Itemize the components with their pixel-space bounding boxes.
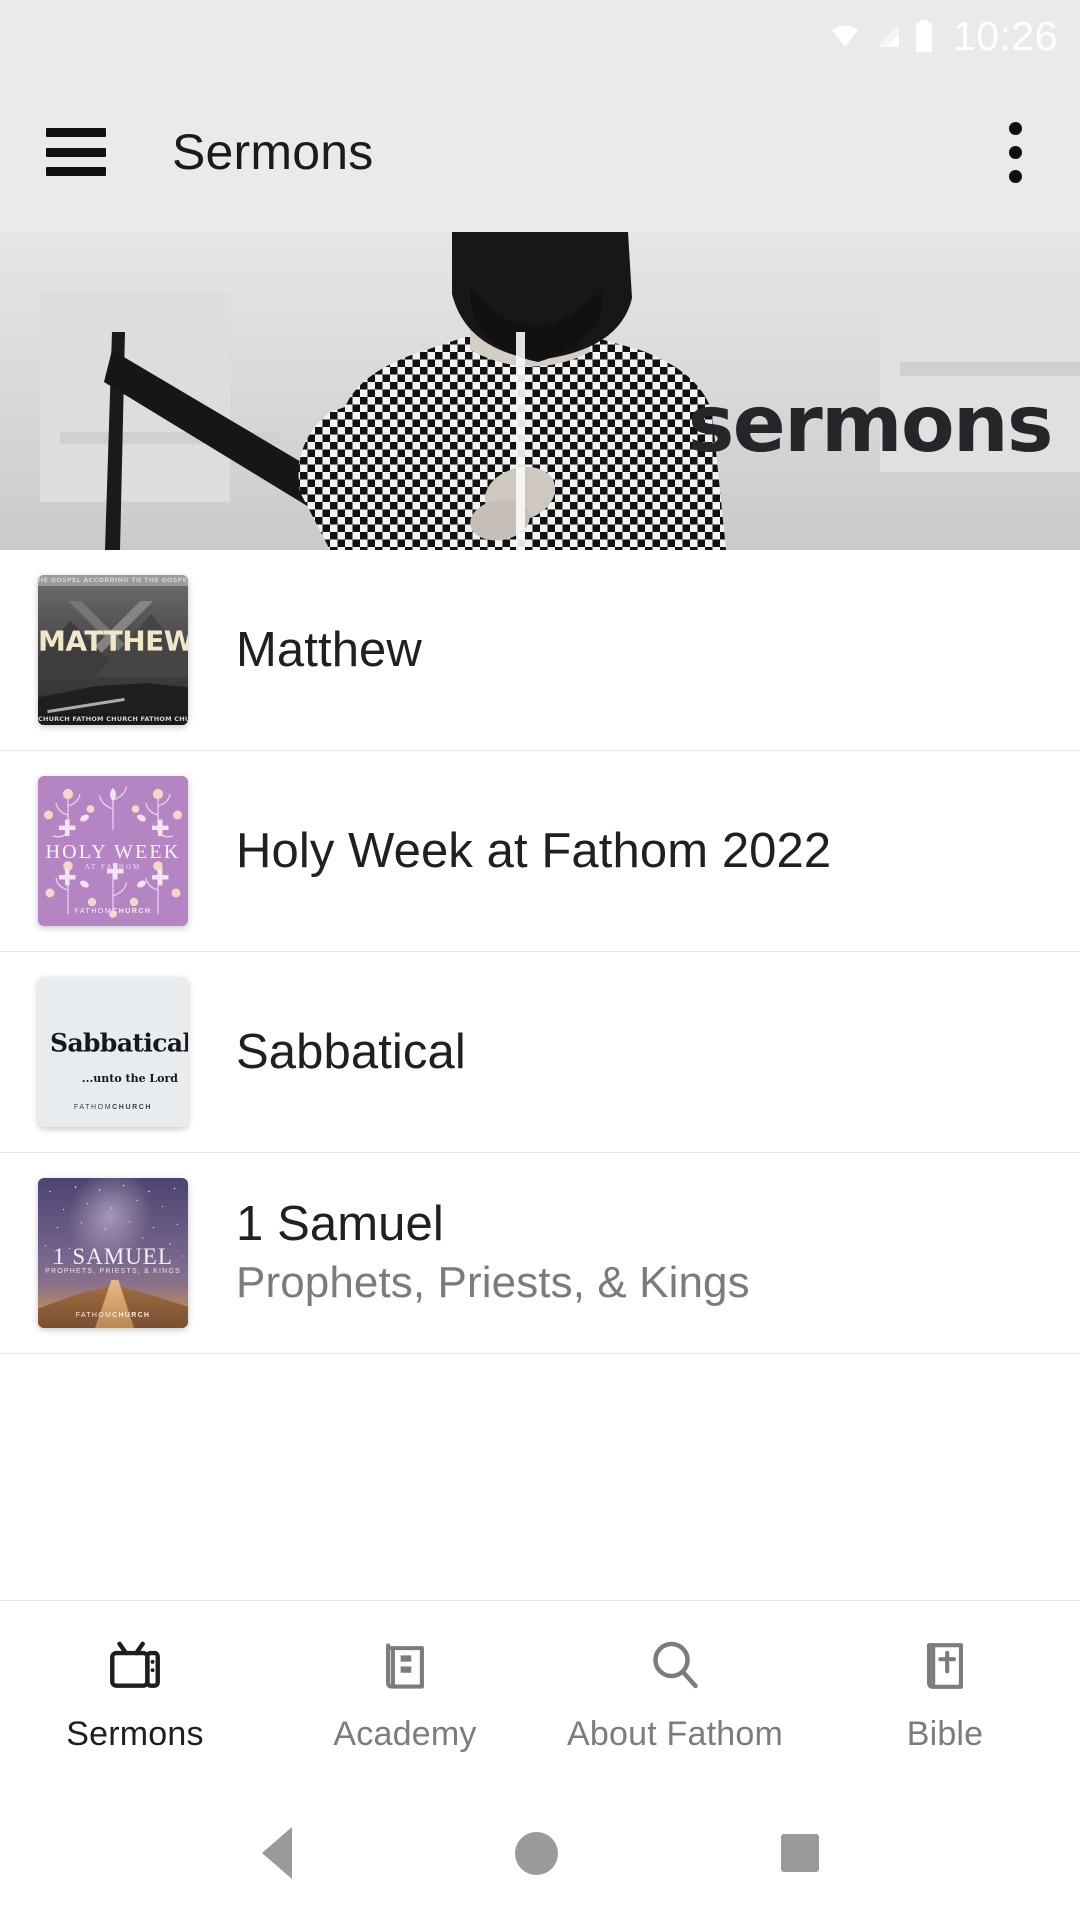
- status-icons: [830, 20, 934, 52]
- series-subtitle: Prophets, Priests, & Kings: [236, 1258, 750, 1308]
- thumb-footer-light: FATHOM: [73, 1104, 113, 1111]
- thumb-footer-bold: CHURCH: [112, 1104, 153, 1111]
- thumb-title: 1 SAMUEL: [53, 1244, 173, 1269]
- page-title: Sermons: [172, 124, 374, 180]
- thumb-title: HOLY WEEK: [45, 840, 181, 863]
- wifi-icon: [830, 23, 860, 49]
- television-icon: [104, 1633, 166, 1699]
- thumb-footer-bold: CHURCH: [112, 908, 152, 915]
- magnifying-glass-icon: [645, 1633, 705, 1699]
- status-time: 10:26: [952, 12, 1058, 59]
- series-thumbnail-1-samuel: 1 SAMUEL PROPHETS, PRIESTS, & KINGS FATH…: [38, 1178, 188, 1328]
- status-bar: 10:26: [0, 0, 1080, 72]
- list-item-text: Matthew: [236, 623, 422, 678]
- thumb-title: Sabbatical: [50, 1028, 188, 1058]
- tab-label: About Fathom: [567, 1715, 783, 1753]
- list-item-text: 1 Samuel Prophets, Priests, & Kings: [236, 1197, 750, 1308]
- series-thumbnail-sabbatical: Sabbatical ...unto the Lord FATHOMCHURCH: [38, 977, 188, 1127]
- app-screen: 10:26 Sermons sermons HE GOSPEL ACCORDIN…: [0, 0, 1080, 1920]
- battery-icon: [914, 20, 934, 52]
- list-item[interactable]: Sabbatical ...unto the Lord FATHOMCHURCH…: [0, 952, 1080, 1153]
- tab-label: Bible: [906, 1715, 984, 1753]
- recents-square-icon[interactable]: [780, 1834, 819, 1872]
- series-thumbnail-matthew: HE GOSPEL ACCORDING TO THE GOSPEL ACCORD…: [38, 575, 188, 725]
- cell-signal-icon: [873, 23, 901, 49]
- hamburger-menu-icon[interactable]: [46, 128, 106, 176]
- more-vertical-icon[interactable]: [992, 116, 1038, 188]
- thumb-footer: FATHOMCHURCH: [38, 1312, 188, 1319]
- list-item[interactable]: HOLY WEEK AT FATHOM FATHOMCHURCH Holy We…: [0, 751, 1080, 952]
- back-triangle-icon[interactable]: [261, 1827, 292, 1879]
- list-item[interactable]: HE GOSPEL ACCORDING TO THE GOSPEL ACCORD…: [0, 550, 1080, 751]
- bible-book-icon: [916, 1633, 974, 1699]
- list-item-text: Sabbatical: [236, 1025, 466, 1080]
- series-title: Sabbatical: [236, 1024, 466, 1079]
- thumb-subtitle: ...unto the Lord: [81, 1071, 178, 1085]
- hero-banner: sermons: [0, 232, 1080, 550]
- list-item-text: Holy Week at Fathom 2022: [236, 824, 831, 879]
- thumb-footer-bold: CHURCH: [112, 1312, 151, 1319]
- tab-sermons[interactable]: Sermons: [0, 1601, 270, 1786]
- thumb-subtitle: PROPHETS, PRIESTS, & KINGS: [45, 1268, 181, 1275]
- thumb-footer-light: FATHOM: [74, 908, 113, 915]
- tab-bible[interactable]: Bible: [810, 1601, 1080, 1786]
- thumb-subtitle: AT FATHOM: [84, 863, 142, 871]
- open-book-icon: [376, 1633, 434, 1699]
- thumb-bottom-strip: CHURCH FATHOM CHURCH FATHOM CHURCH FATHO…: [38, 714, 188, 725]
- sermon-series-list: HE GOSPEL ACCORDING TO THE GOSPEL ACCORD…: [0, 550, 1080, 1600]
- series-title: 1 Samuel: [236, 1197, 444, 1252]
- thumb-top-strip: HE GOSPEL ACCORDING TO THE GOSPEL ACCORD…: [38, 575, 188, 586]
- thumb-footer: FATHOMCHURCH: [38, 908, 188, 915]
- hero-label: sermons: [687, 380, 1054, 471]
- home-circle-icon[interactable]: [514, 1831, 558, 1875]
- series-title: Matthew: [236, 622, 422, 677]
- list-item[interactable]: 1 SAMUEL PROPHETS, PRIESTS, & KINGS FATH…: [0, 1153, 1080, 1354]
- bottom-tab-bar: Sermons Academy About Fathom Bible: [0, 1600, 1080, 1786]
- thumb-word: MATTHEW: [38, 624, 188, 658]
- tab-label: Sermons: [66, 1715, 204, 1753]
- tab-label: Academy: [333, 1715, 477, 1753]
- thumb-footer-light: FATHOM: [75, 1312, 113, 1319]
- thumb-footer: FATHOMCHURCH: [38, 1104, 188, 1111]
- series-title: Holy Week at Fathom 2022: [236, 823, 832, 878]
- tab-about-fathom[interactable]: About Fathom: [540, 1601, 810, 1786]
- series-thumbnail-holy-week: HOLY WEEK AT FATHOM FATHOMCHURCH: [38, 776, 188, 926]
- android-nav-bar: [0, 1786, 1080, 1920]
- tab-academy[interactable]: Academy: [270, 1601, 540, 1786]
- app-bar: Sermons: [0, 72, 1080, 232]
